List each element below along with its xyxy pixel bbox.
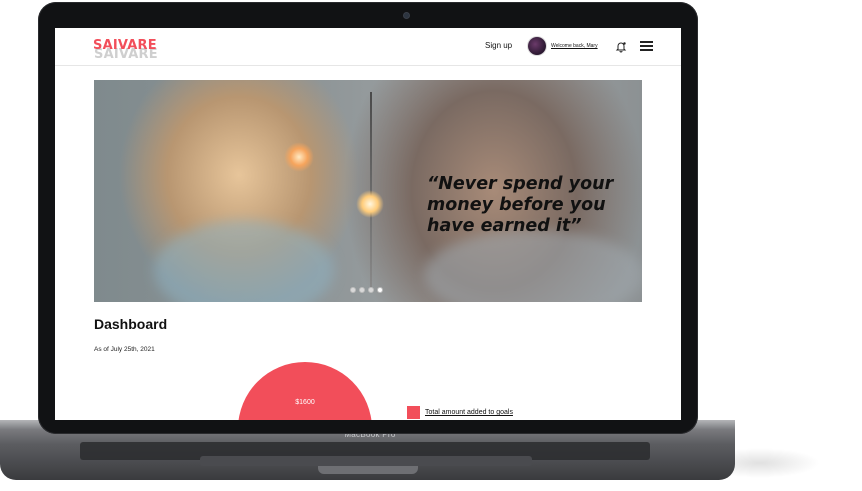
sparkler-light [356, 190, 384, 218]
carousel-dot-1[interactable] [350, 287, 356, 293]
laptop-mockup: MacBook Pro SAIVARE SAIVARE Sign up Welc… [0, 0, 862, 491]
app-screen: SAIVARE SAIVARE Sign up Welcome back, Ma… [55, 28, 681, 420]
hero-quote: “Never spend your money before you have … [427, 174, 614, 236]
camera-icon [404, 13, 409, 18]
hero-banner: “Never spend your money before you have … [94, 80, 642, 302]
laptop-trackpad [200, 456, 532, 466]
welcome-link[interactable]: Welcome back, Mary [551, 43, 598, 49]
legend-swatch [407, 406, 420, 419]
bell-icon[interactable] [615, 40, 627, 53]
page-title: Dashboard [94, 316, 168, 332]
legend-label[interactable]: Total amount added to goals [425, 409, 513, 416]
carousel-dot-3[interactable] [368, 287, 374, 293]
hamburger-menu-icon[interactable] [640, 41, 654, 51]
as-of-date: As of July 25th, 2021 [94, 346, 155, 353]
logo-text: SAIVARE [93, 38, 157, 53]
carousel-dot-2[interactable] [359, 287, 365, 293]
laptop-notch [318, 466, 418, 474]
goal-amount-value: $1600 [295, 399, 315, 406]
top-navbar: SAIVARE SAIVARE Sign up Welcome back, Ma… [55, 28, 681, 66]
carousel-dots [350, 280, 386, 293]
goal-amount-chart: $1600 [238, 362, 372, 420]
carousel-dot-4[interactable] [377, 287, 383, 293]
avatar[interactable] [528, 37, 546, 55]
brand-logo[interactable]: SAIVARE SAIVARE [93, 38, 158, 61]
sparkler-glow [284, 142, 314, 172]
signup-link[interactable]: Sign up [485, 41, 512, 50]
